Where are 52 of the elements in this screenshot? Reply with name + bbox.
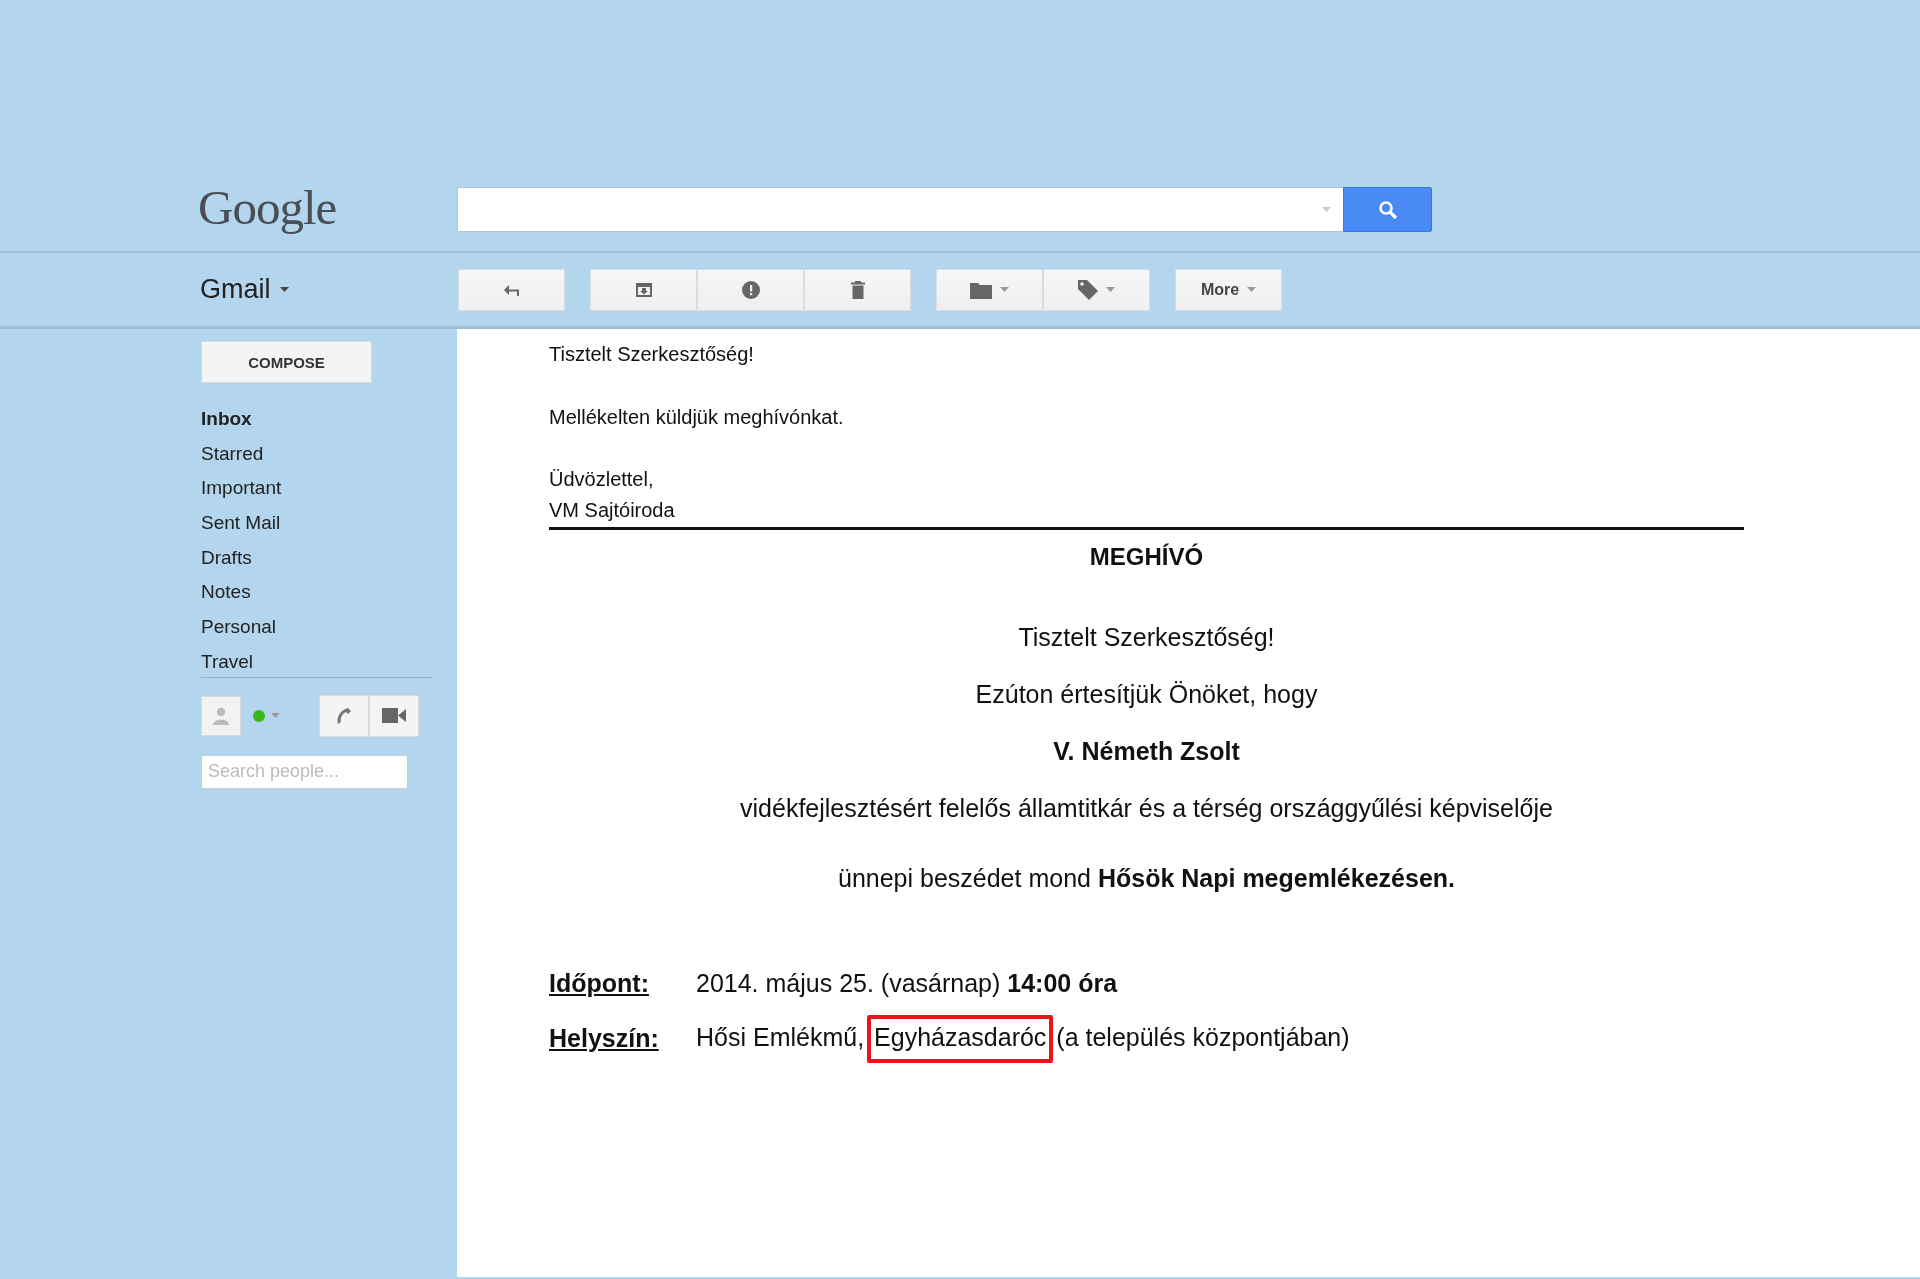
folder-link[interactable]: Personal — [201, 610, 276, 645]
people-search-field[interactable]: Search people... — [201, 754, 408, 789]
delete-button[interactable] — [804, 268, 911, 311]
folder-icon — [970, 280, 992, 299]
phone-icon — [335, 706, 353, 725]
caret-icon — [279, 287, 289, 292]
caret-icon — [1322, 207, 1331, 212]
detail-value: Hősi Emlékmű, Egyházasdaróc (a település központjában) — [692, 1013, 1354, 1063]
caret-icon — [271, 713, 280, 718]
search-button[interactable] — [1343, 187, 1432, 232]
message-text: Mellékelten küldjük meghívónkat. — [549, 405, 845, 430]
invitation-text: V. Németh Zsolt — [1053, 736, 1240, 767]
detail-value: 2014. május 25. (vasárnap) 14:00 óra — [695, 968, 1119, 999]
search-field[interactable] — [457, 187, 1343, 232]
folder-link[interactable]: Starred — [201, 436, 264, 472]
person-icon — [213, 706, 229, 725]
invitation-text: Ezúton értesítjük Önöket, hogy — [975, 679, 1318, 710]
folder-link[interactable]: Inbox — [201, 402, 252, 437]
compose-button[interactable]: COMPOSE — [201, 341, 372, 383]
caret-icon — [1000, 287, 1009, 292]
invitation-text: vidékfejlesztésért felelős államtitkár és a térség országgyűlési képviselője — [740, 793, 1553, 824]
spam-button[interactable] — [697, 268, 804, 311]
tag-icon — [1078, 279, 1098, 300]
more-button[interactable]: More — [1175, 268, 1282, 311]
message-text: Tisztelt Szerkesztőség! — [549, 342, 755, 367]
invitation-text: Tisztelt Szerkesztőség! — [1018, 622, 1275, 653]
archive-button[interactable] — [590, 268, 697, 311]
folder-link[interactable]: Travel — [201, 644, 254, 680]
gmail-menu[interactable]: Gmail — [200, 274, 289, 305]
label-button[interactable] — [1043, 268, 1150, 311]
status-dot-icon — [253, 709, 265, 722]
video-camera-icon — [382, 708, 406, 723]
invitation-title: MEGHÍVÓ — [1088, 542, 1205, 572]
archive-icon — [634, 281, 653, 298]
detail-label: Időpont: — [549, 968, 650, 999]
caret-icon — [1247, 287, 1257, 292]
search-icon — [1377, 199, 1398, 220]
detail-label: Helyszín: — [549, 1023, 660, 1054]
signature-line: VM Sajtóiroda — [549, 498, 676, 523]
invitation-text: ünnepi beszédet mond Hősök Napi megemlékezésen. — [838, 863, 1455, 894]
folder-button[interactable] — [936, 268, 1043, 311]
call-button[interactable] — [319, 694, 369, 737]
caret-icon — [1106, 287, 1115, 292]
video-button[interactable] — [369, 694, 419, 737]
google-logo: Google — [198, 184, 337, 232]
folder-link[interactable]: Important — [201, 471, 282, 507]
exclamation-icon — [741, 280, 760, 299]
trash-icon — [849, 280, 866, 299]
folder-link[interactable]: Sent Mail — [201, 506, 281, 541]
folder-link[interactable]: Notes — [201, 575, 251, 611]
signature-line: Üdvözlettel, — [549, 467, 655, 492]
folder-link[interactable]: Drafts — [201, 540, 252, 576]
